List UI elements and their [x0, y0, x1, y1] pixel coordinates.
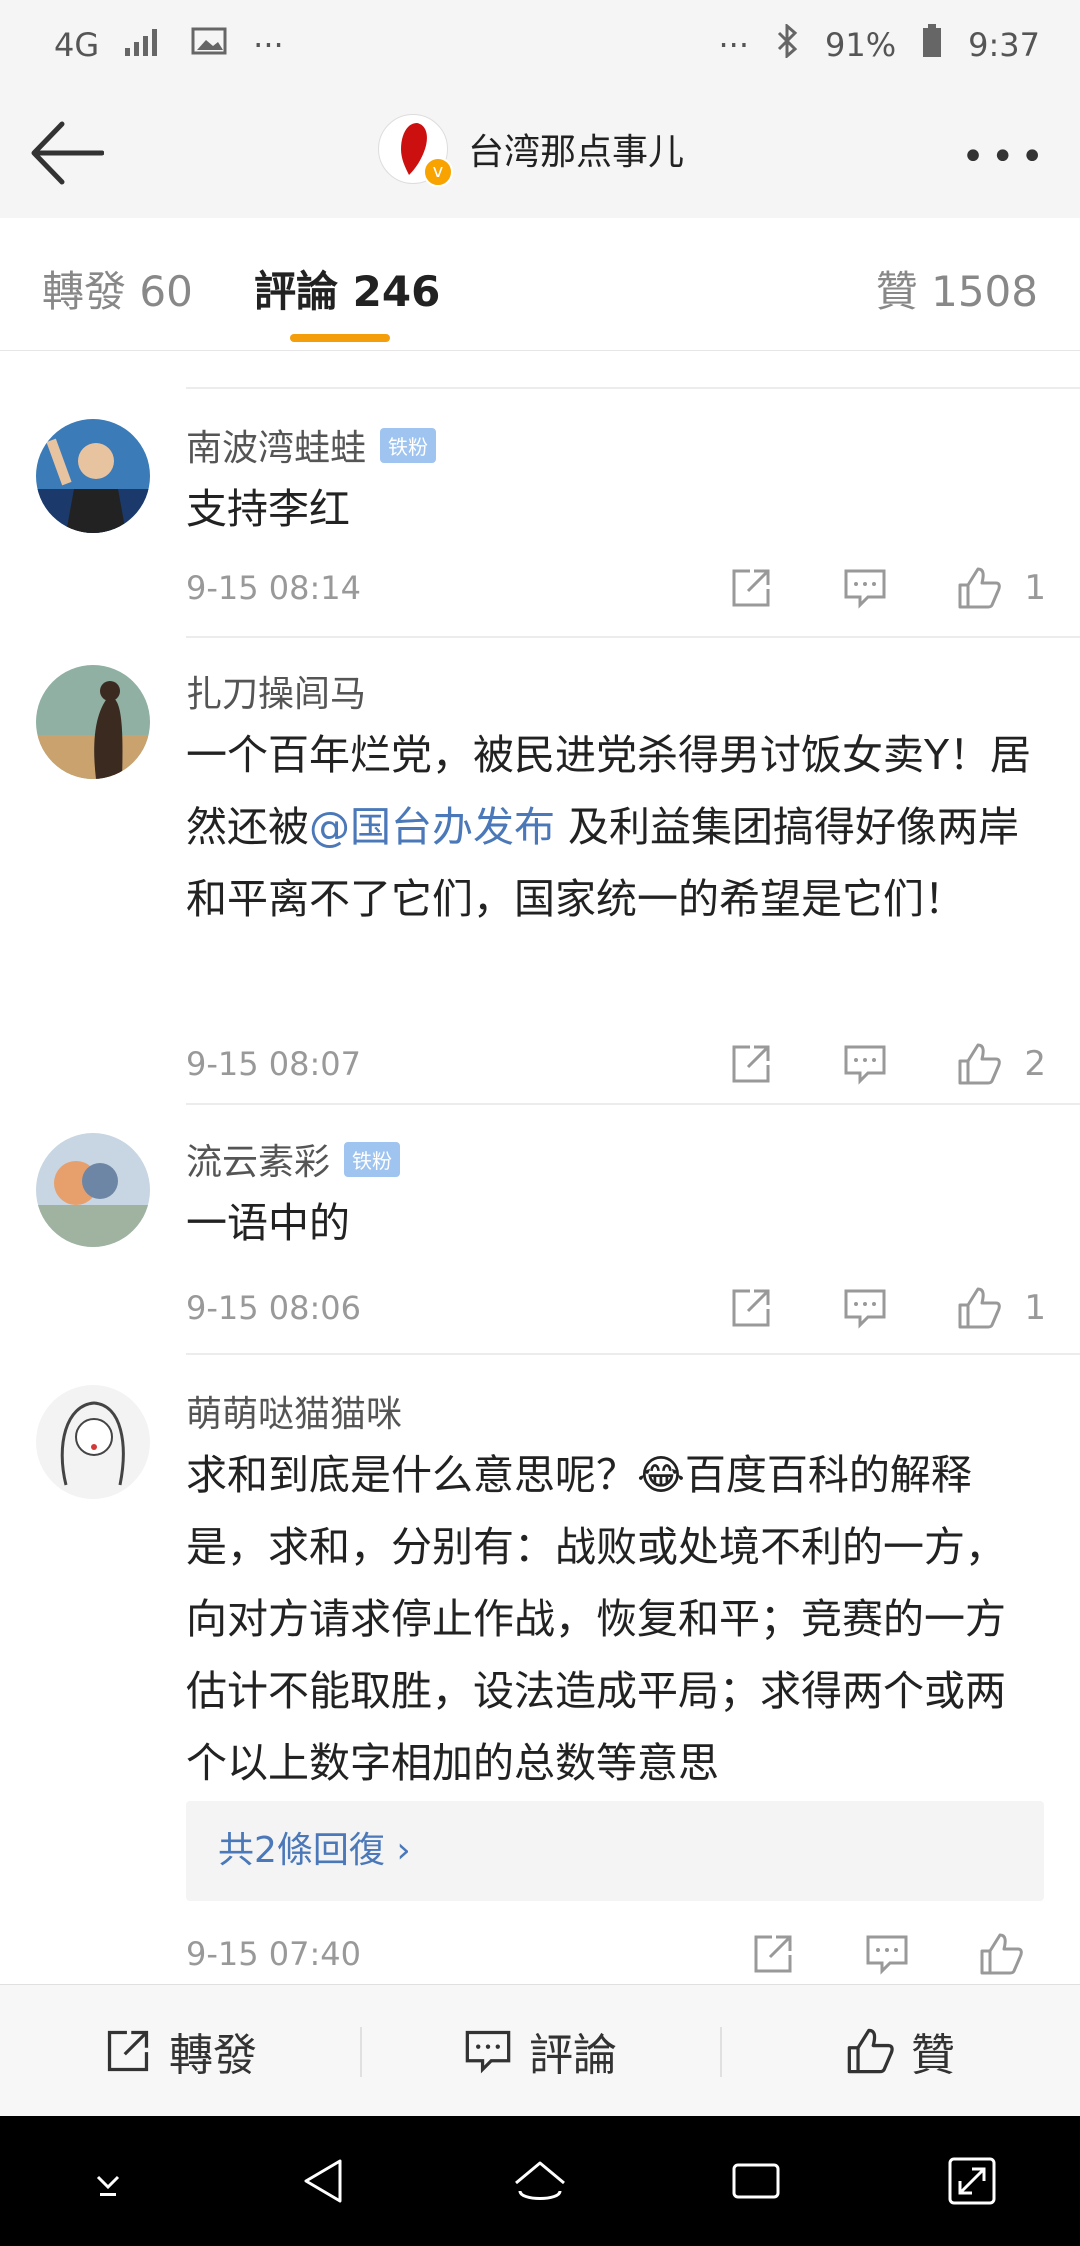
system-nav-bar [0, 2116, 1080, 2246]
page-title: 台湾那点事儿 [468, 132, 685, 173]
comment-icon[interactable] [842, 1285, 888, 1331]
like-icon [847, 2028, 894, 2074]
account-header[interactable]: v 台湾那点事儿 [378, 114, 685, 187]
avatar[interactable] [36, 665, 150, 779]
active-tab-indicator [290, 334, 390, 342]
username-text: 萌萌哒猫猫咪 [186, 1394, 403, 1435]
comment-text-part: 求和到底是什么意思呢？ [186, 1451, 637, 1499]
tab-likes[interactable]: 贊 1508 [876, 258, 1038, 319]
mention-link[interactable]: @国台办发布 [309, 803, 555, 851]
back-arrow-icon[interactable] [28, 120, 105, 186]
bluetooth-icon [775, 22, 799, 66]
comment-time: 9-15 08:14 [186, 569, 362, 607]
like-icon[interactable] [978, 1931, 1024, 1977]
more-options-icon[interactable]: ••• [961, 134, 1050, 180]
comment-username[interactable]: 流云素彩 铁粉 [186, 1133, 401, 1185]
fan-badge: 铁粉 [344, 1141, 401, 1177]
divider [186, 636, 1080, 638]
like-icon[interactable] [956, 565, 1002, 611]
view-replies-button[interactable]: 共2條回復 › [186, 1801, 1044, 1901]
expand-icon[interactable] [942, 2151, 1002, 2211]
avatar[interactable] [36, 1385, 150, 1499]
battery-icon [922, 24, 942, 66]
tab-bar: 轉發 60 評論 246 贊 1508 [0, 218, 1080, 351]
comment-icon[interactable] [842, 565, 888, 611]
username-text: 扎刀操闾马 [186, 674, 367, 715]
repost-button[interactable]: 轉發 [0, 2019, 360, 2083]
comment-text: 求和到底是什么意思呢？😂百度百科的解释是，求和，分别有：战败或处境不利的一方，向… [186, 1439, 1046, 1799]
comment-text: 一语中的 [186, 1199, 350, 1247]
comment-actions: 1 [660, 565, 1046, 611]
divider [186, 1103, 1080, 1105]
share-icon[interactable] [750, 1931, 796, 1977]
comment-time: 9-15 08:07 [186, 1045, 362, 1083]
comment-text-part: 百度百科的解释是，求和，分别有：战败或处境不利的一方，向对方请求停止作战，恢复和… [186, 1451, 1006, 1787]
bottom-action-bar: 轉發 評論 贊 [0, 1984, 1080, 2117]
comment-actions [682, 1931, 1046, 1977]
comment-time: 9-15 08:06 [186, 1289, 362, 1327]
username-text: 南波湾蛙蛙 [186, 428, 367, 469]
comment-actions: 1 [660, 1285, 1046, 1331]
comment-button[interactable]: 評論 [360, 2019, 720, 2083]
recent-apps-icon[interactable] [726, 2151, 786, 2211]
battery-percent: 91% [825, 26, 897, 64]
status-bar: 4G ··· ··· 91% 9:37 [0, 0, 1080, 90]
share-icon[interactable] [728, 1041, 774, 1087]
repost-icon [107, 2030, 149, 2072]
like-count: 1 [1024, 1288, 1046, 1328]
home-icon[interactable] [510, 2151, 570, 2211]
like-count: 2 [1024, 1044, 1046, 1084]
back-nav-icon[interactable] [294, 2151, 354, 2211]
comment-actions: 2 [660, 1041, 1046, 1087]
comment-username[interactable]: 萌萌哒猫猫咪 [186, 1385, 402, 1437]
comment-label: 評論 [529, 2030, 617, 2081]
avatar[interactable] [36, 419, 150, 533]
divider [186, 387, 1080, 389]
tab-comments[interactable]: 評論 246 [254, 258, 440, 319]
tab-reposts[interactable]: 轉發 60 [42, 258, 193, 319]
divider [186, 1353, 1080, 1355]
more-notifications: ··· [253, 26, 284, 64]
repost-label: 轉發 [169, 2030, 257, 2081]
divider [360, 2027, 362, 2077]
username-text: 流云素彩 [186, 1142, 331, 1183]
divider [720, 2027, 722, 2077]
top-bar: v 台湾那点事儿 ••• [0, 90, 1080, 219]
like-icon[interactable] [956, 1285, 1002, 1331]
laughing-emoji-icon: 😂 [637, 1451, 685, 1499]
chevron-down-icon[interactable] [78, 2151, 138, 2211]
gallery-icon [191, 26, 227, 64]
avatar[interactable] [36, 1133, 150, 1247]
like-count: 1 [1024, 568, 1046, 608]
like-icon[interactable] [956, 1041, 1002, 1087]
more-status: ··· [718, 26, 750, 64]
comment-text: 一个百年烂党，被民进党杀得男讨饭女卖Y！居然还被@国台办发布 及利益集团搞得好像… [186, 719, 1046, 935]
account-logo: v [378, 114, 453, 187]
share-icon[interactable] [728, 1285, 774, 1331]
comment-username[interactable]: 南波湾蛙蛙 铁粉 [186, 419, 437, 471]
comment-icon[interactable] [842, 1041, 888, 1087]
like-button[interactable]: 贊 [720, 2019, 1080, 2083]
share-icon[interactable] [728, 565, 774, 611]
signal-icon [125, 26, 165, 64]
comment-icon [465, 2030, 511, 2074]
comment-icon[interactable] [864, 1931, 910, 1977]
like-label: 贊 [911, 2030, 955, 2081]
clock: 9:37 [968, 26, 1040, 64]
verified-badge-icon: v [423, 157, 453, 187]
network-indicator: 4G [54, 26, 100, 64]
fan-badge: 铁粉 [380, 427, 437, 463]
comment-list[interactable]: 南波湾蛙蛙 铁粉 支持李红 9-15 08:14 1 扎刀操闾马 一个百年烂党，… [0, 351, 1080, 1984]
comment-text: 支持李红 [186, 485, 350, 533]
comment-username[interactable]: 扎刀操闾马 [186, 665, 366, 717]
comment-time: 9-15 07:40 [186, 1935, 362, 1973]
